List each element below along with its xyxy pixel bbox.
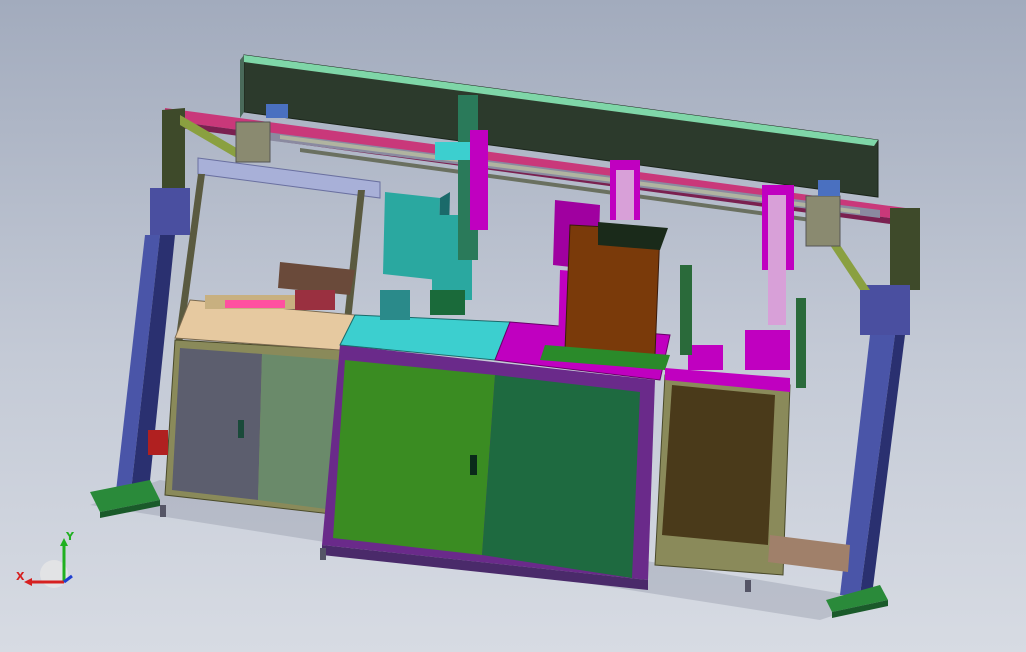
left-worktable[interactable]	[174, 262, 356, 351]
assembly-model[interactable]	[0, 0, 1026, 652]
orientation-triad[interactable]: X Y	[14, 530, 80, 596]
x-axis-label: X	[16, 570, 25, 583]
x-axis-head	[24, 578, 32, 586]
rail-carriage-right[interactable]	[805, 180, 841, 247]
y-axis-label: Y	[65, 530, 75, 543]
left-cabinet[interactable]	[164, 339, 346, 516]
cad-viewport[interactable]: X Y	[0, 0, 1026, 652]
center-cabinet[interactable]	[322, 345, 655, 590]
left-base-block	[148, 430, 168, 455]
